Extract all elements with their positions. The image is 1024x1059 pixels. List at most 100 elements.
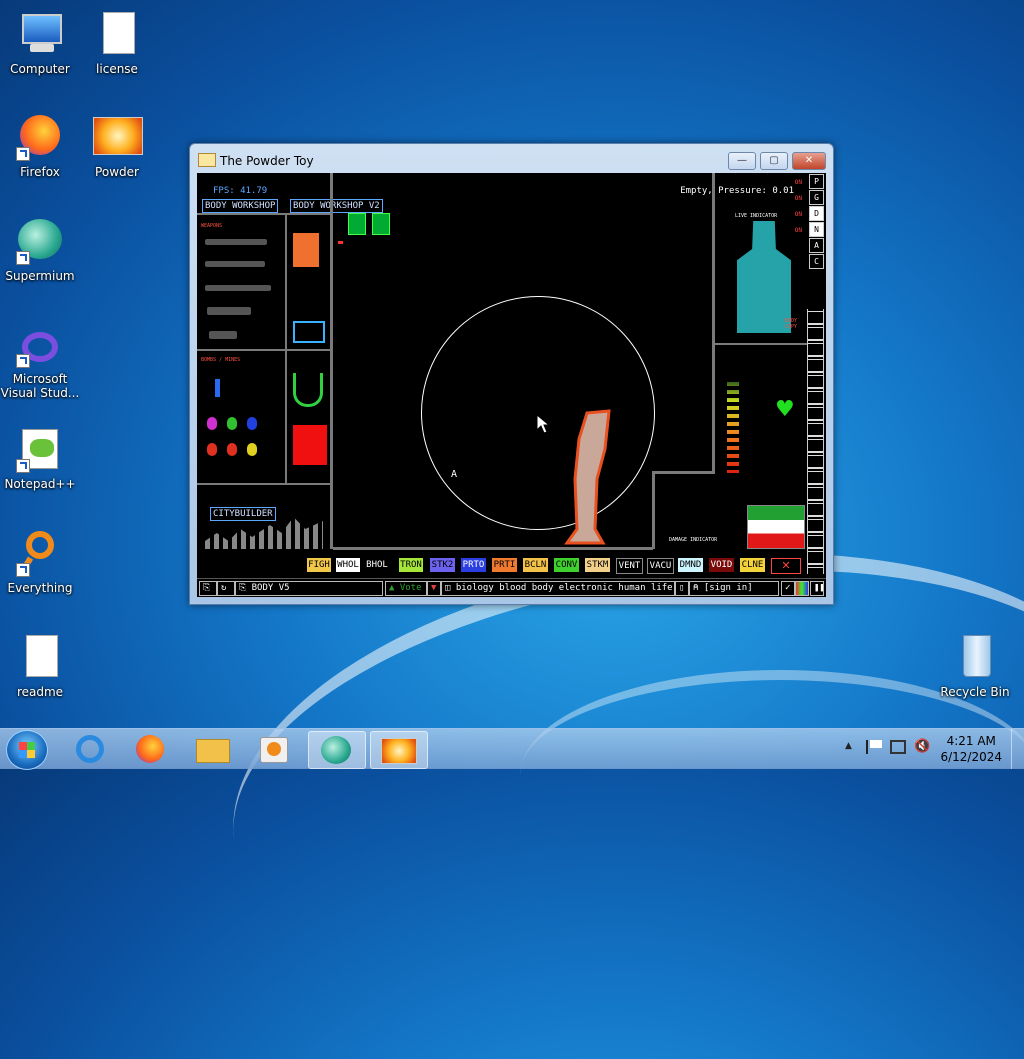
action-center-flag-icon[interactable] — [866, 740, 882, 754]
element-button-vent[interactable]: VENT — [616, 558, 643, 574]
element-button-tron[interactable]: TRON — [399, 558, 423, 572]
open-save-button[interactable]: ⎘ — [199, 581, 217, 596]
green-arrow-button[interactable] — [372, 213, 390, 235]
pause-button[interactable]: ❚❚ — [810, 581, 824, 596]
element-button-bcln[interactable]: BCLN — [523, 558, 548, 572]
sign-in-button[interactable]: ⍝ [sign in] — [689, 581, 779, 596]
clock-time: 4:21 AM — [946, 734, 996, 748]
internet-explorer-icon — [76, 735, 104, 763]
element-button-bhol[interactable]: BHOL — [365, 558, 389, 572]
taskbar-media-player[interactable] — [246, 731, 302, 767]
element-button-stkm[interactable]: STKM — [585, 558, 610, 572]
menu-button-d[interactable]: D — [809, 206, 824, 221]
tag-body-workshop-v2: BODY WORKSHOP V2 — [290, 199, 383, 213]
tags-field[interactable]: ◫ biology blood body electronic human li… — [441, 581, 675, 596]
menu-button-a[interactable]: A — [809, 238, 824, 253]
render-options-button[interactable]: ✓ — [781, 581, 795, 596]
volume-muted-icon[interactable]: 🔇 — [914, 739, 930, 754]
taskbar-supermium[interactable] — [308, 731, 366, 769]
desktop-icon-visual-studio[interactable]: Microsoft Visual Stud... — [0, 328, 80, 400]
clear-close-icon[interactable]: ✕ — [771, 558, 801, 574]
powder-app-icon — [198, 153, 216, 167]
fps-readout: FPS: 41.79 — [213, 186, 268, 196]
desktop-icon-notepadpp[interactable]: Notepad++ — [0, 425, 80, 491]
taskbar-firefox[interactable] — [122, 731, 178, 767]
close-button[interactable]: ✕ — [792, 152, 826, 170]
vote-up-button[interactable]: ▲ Vote — [385, 581, 427, 596]
panel-divider — [652, 471, 715, 474]
reload-button[interactable]: ↻ — [217, 581, 235, 596]
heart-icon: ♥ — [775, 397, 795, 422]
desktop-icon-computer[interactable]: Computer — [0, 10, 80, 76]
desktop-icon-supermium[interactable]: Supermium — [0, 217, 80, 283]
clear-sim-button[interactable]: ▯ — [675, 581, 689, 596]
desktop-icon-readme[interactable]: readme — [0, 633, 80, 699]
element-button-figh[interactable]: FIGH — [307, 558, 331, 572]
panel-divider — [712, 173, 715, 473]
save-name-field[interactable]: ⎘ BODY V5 — [235, 581, 383, 596]
smg-sprite — [207, 307, 251, 315]
element-button-prto[interactable]: PRTO — [461, 558, 486, 572]
desktop-icon-license[interactable]: license — [77, 10, 157, 76]
menu-button-n[interactable]: N — [809, 222, 824, 237]
element-button-clne[interactable]: CLNE — [740, 558, 765, 572]
element-button-conv[interactable]: CONV — [554, 558, 579, 572]
element-button-prti[interactable]: PRTI — [492, 558, 517, 572]
desktop-icon-recycle-bin[interactable]: Recycle Bin — [935, 633, 1015, 699]
user-icon: ⍝ — [693, 583, 704, 593]
folder-icon — [196, 739, 230, 763]
element-button-whol[interactable]: WHOL — [336, 558, 360, 572]
element-button-stk2[interactable]: STK2 — [430, 558, 455, 572]
start-button[interactable] — [6, 730, 48, 770]
shortcut-arrow-icon — [16, 354, 30, 368]
red-block-sprite — [293, 425, 327, 465]
minimize-button[interactable]: — — [728, 152, 756, 170]
panel-divider — [197, 213, 330, 215]
everything-icon — [16, 529, 64, 577]
on-label: ON — [794, 227, 802, 234]
body-copy-label: BODY COPY — [785, 318, 798, 330]
maximize-button[interactable]: ▢ — [760, 152, 788, 170]
clock-date: 6/12/2024 — [940, 750, 1002, 764]
element-button-dmnd[interactable]: DMND — [678, 558, 703, 572]
network-icon[interactable] — [890, 740, 906, 754]
shortcut-arrow-icon — [16, 147, 30, 161]
pistol-sprite — [209, 331, 237, 339]
on-label: ON — [794, 195, 802, 202]
powder-toy-window[interactable]: The Powder Toy — ▢ ✕ FPS: 41.79 BODY WOR… — [189, 143, 834, 605]
computer-icon — [16, 10, 64, 58]
category-icon-column[interactable] — [807, 309, 824, 574]
system-clock[interactable]: 4:21 AM 6/12/2024 — [940, 733, 1002, 765]
green-claw-sprite — [293, 373, 323, 407]
tag-citybuilder: CITYBUILDER — [210, 507, 276, 521]
bombs-label: BOMBS / MINES — [201, 357, 241, 363]
taskbar-explorer[interactable] — [184, 731, 240, 767]
body-silhouette — [737, 221, 791, 333]
vote-down-button[interactable]: ▼ — [427, 581, 441, 596]
grenade-red — [207, 443, 217, 456]
rifle-sprite — [205, 285, 271, 291]
taskbar-ie[interactable] — [62, 731, 118, 767]
taskbar-powder[interactable] — [370, 731, 428, 769]
panel-divider — [285, 213, 287, 483]
grenade-red — [227, 443, 237, 456]
supermium-icon — [321, 736, 351, 764]
menu-button-p[interactable]: P — [809, 174, 824, 189]
show-desktop-button[interactable] — [1011, 729, 1024, 769]
desktop-icon-firefox[interactable]: Firefox — [0, 113, 80, 179]
flag-sprite — [747, 505, 805, 549]
firefox-icon — [136, 735, 164, 763]
display-mode-button[interactable] — [795, 581, 809, 596]
desktop-icon-powder[interactable]: Powder — [77, 113, 157, 179]
desktop-icon-everything[interactable]: Everything — [0, 529, 80, 595]
show-hidden-icons[interactable]: ▲ — [845, 741, 852, 751]
element-button-vacu[interactable]: VACU — [647, 558, 674, 574]
element-button-void[interactable]: VOID — [709, 558, 734, 572]
on-label: ON — [794, 211, 802, 218]
menu-button-c[interactable]: C — [809, 254, 824, 269]
menu-button-g[interactable]: G — [809, 190, 824, 205]
game-canvas[interactable]: FPS: 41.79 BODY WORKSHOP BODY WORKSHOP V… — [197, 173, 826, 597]
bottom-toolbar: ⎘ ↻ ⎘ BODY V5 ▲ Vote ▼ ◫ biology blood b… — [197, 578, 826, 597]
tag-body-workshop: BODY WORKSHOP — [202, 199, 279, 213]
green-arrow-button[interactable] — [348, 213, 366, 235]
